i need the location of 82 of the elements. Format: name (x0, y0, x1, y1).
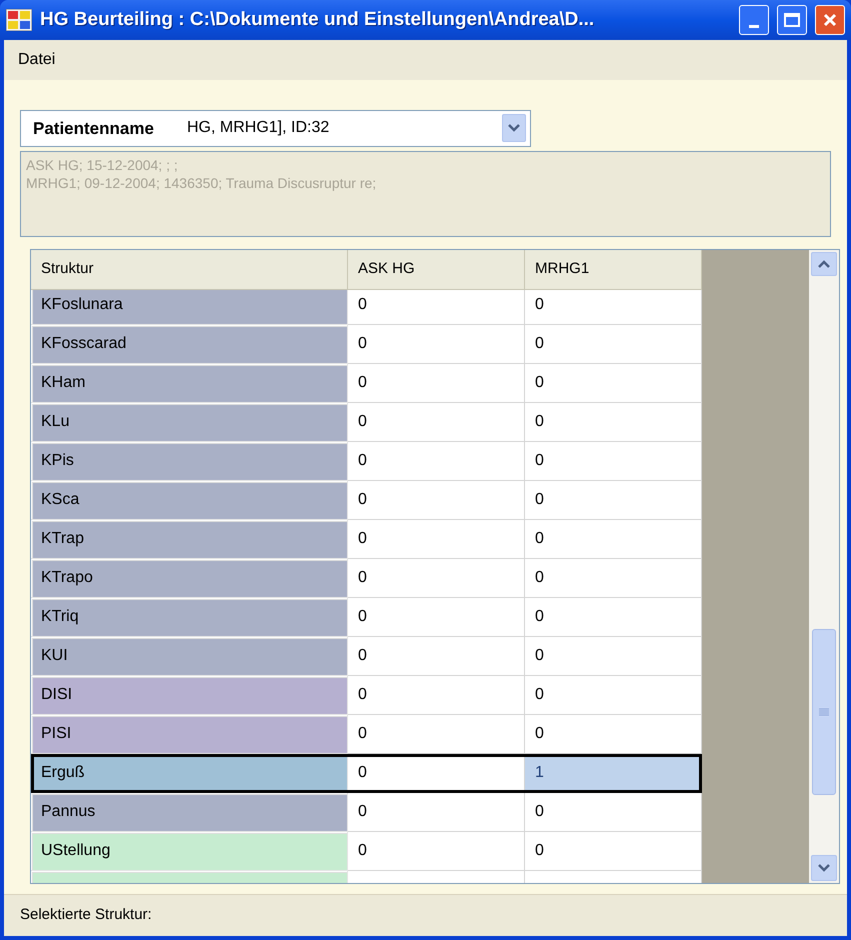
structure-cell: KHam (31, 364, 348, 403)
chevron-down-icon (818, 864, 830, 872)
vertical-scrollbar[interactable] (809, 250, 839, 884)
structure-cell: PISI (31, 714, 348, 754)
grid-row[interactable]: KHam 0 0 (31, 364, 702, 403)
grip-icon (819, 708, 829, 716)
value-cell[interactable]: 0 (525, 480, 702, 520)
grid-row[interactable]: KPis 0 0 (31, 442, 702, 481)
value-cell[interactable]: 0 (348, 792, 525, 832)
dropdown-button[interactable] (502, 114, 526, 142)
column-header[interactable]: ASK HG (348, 250, 525, 290)
scroll-down-button[interactable] (811, 855, 837, 882)
value-cell[interactable]: 0 (348, 364, 525, 403)
grid-row[interactable]: DISI 0 0 (31, 676, 702, 715)
value-cell[interactable]: 0 (348, 520, 525, 559)
patient-label: Patientenname (33, 118, 155, 140)
value-cell[interactable]: 0 (525, 442, 702, 481)
grid-row[interactable]: KUI 0 0 (31, 636, 702, 676)
value-cell[interactable]: 0 (525, 402, 702, 442)
value-cell[interactable]: 0 (348, 598, 525, 637)
structure-cell: KTrapo (31, 558, 348, 598)
window-title: HG Beurteiling : C:\Dokumente und Einstellungen\Andrea\D... (40, 8, 596, 32)
value-cell[interactable]: 0 (348, 636, 525, 676)
value-cell[interactable]: 0 (348, 480, 525, 520)
grid-row[interactable]: Pannus 0 0 (31, 792, 702, 832)
structure-cell: KPis (31, 442, 348, 481)
grid-row[interactable]: Erguß 0 1 (31, 754, 702, 793)
structure-cell: KTriq (31, 598, 348, 637)
value-cell[interactable]: 0 (525, 676, 702, 715)
grid-row[interactable]: KTrap 0 0 (31, 520, 702, 559)
column-header[interactable]: MRHG1 (525, 250, 702, 290)
grid-row[interactable]: KTriq 0 0 (31, 598, 702, 637)
value-cell[interactable]: 0 (348, 290, 525, 325)
grid-row[interactable]: KSca 0 0 (31, 480, 702, 520)
value-cell[interactable]: 0 (348, 558, 525, 598)
structure-cell: Pannus (31, 792, 348, 832)
patient-combobox[interactable]: Patientenname HG, MRHG1], ID:32 (20, 110, 531, 147)
value-cell[interactable]: 0 (348, 402, 525, 442)
grid-row[interactable]: KTrapo 0 0 (31, 558, 702, 598)
value-cell[interactable]: 0 (348, 714, 525, 754)
chevron-down-icon (508, 124, 520, 132)
value-cell[interactable]: 0 (525, 324, 702, 364)
app-icon (6, 9, 32, 31)
structure-cell: DISI (31, 676, 348, 715)
value-cell[interactable]: 0 (525, 290, 702, 325)
grid-row[interactable]: KLu 0 0 (31, 402, 702, 442)
value-cell[interactable]: 0 (525, 558, 702, 598)
value-cell[interactable]: 0 (348, 442, 525, 481)
value-cell[interactable]: 0 (525, 598, 702, 637)
structure-cell: KFosscarad (31, 324, 348, 364)
structure-cell: KUI (31, 636, 348, 676)
menu-item[interactable]: Datei (18, 48, 56, 72)
close-icon (822, 12, 838, 28)
structure-cell: KSca (31, 480, 348, 520)
grid-row[interactable]: KFoslunara 0 0 (31, 290, 702, 325)
status-text: Selektierte Struktur: (20, 905, 152, 926)
chevron-up-icon (818, 260, 830, 268)
structure-cell: UStellung (31, 832, 348, 871)
info-line: MRHG1; 09-12-2004; 1436350; Trauma Discusruptur re; (26, 174, 378, 192)
value-cell[interactable]: 0 (525, 520, 702, 559)
value-cell[interactable]: 0 (525, 636, 702, 676)
grid-row[interactable]: PISI 0 0 (31, 714, 702, 754)
value-cell[interactable]: 0 (525, 714, 702, 754)
value-cell[interactable]: 0 (348, 676, 525, 715)
grid-row[interactable]: UStellung 0 0 (31, 832, 702, 871)
value-cell[interactable]: 0 (348, 832, 525, 871)
scroll-thumb[interactable] (812, 629, 836, 796)
column-header[interactable]: Struktur (31, 250, 348, 290)
close-button[interactable] (815, 5, 845, 35)
minimize-button[interactable] (739, 5, 769, 35)
grid-row[interactable]: KFosscarad 0 0 (31, 324, 702, 364)
value-cell[interactable]: 0 (525, 364, 702, 403)
value-cell[interactable]: 0 (525, 832, 702, 871)
structure-cell: KTrap (31, 520, 348, 559)
maximize-button[interactable] (777, 5, 807, 35)
info-line: ASK HG; 15-12-2004; ; ; (26, 156, 179, 174)
value-cell[interactable]: 0 (348, 324, 525, 364)
value-cell[interactable]: 0 (525, 792, 702, 832)
patient-value: HG, MRHG1], ID:32 (187, 118, 330, 138)
structure-cell: KLu (31, 402, 348, 442)
scroll-up-button[interactable] (811, 252, 837, 276)
structure-cell: KFoslunara (31, 290, 348, 325)
